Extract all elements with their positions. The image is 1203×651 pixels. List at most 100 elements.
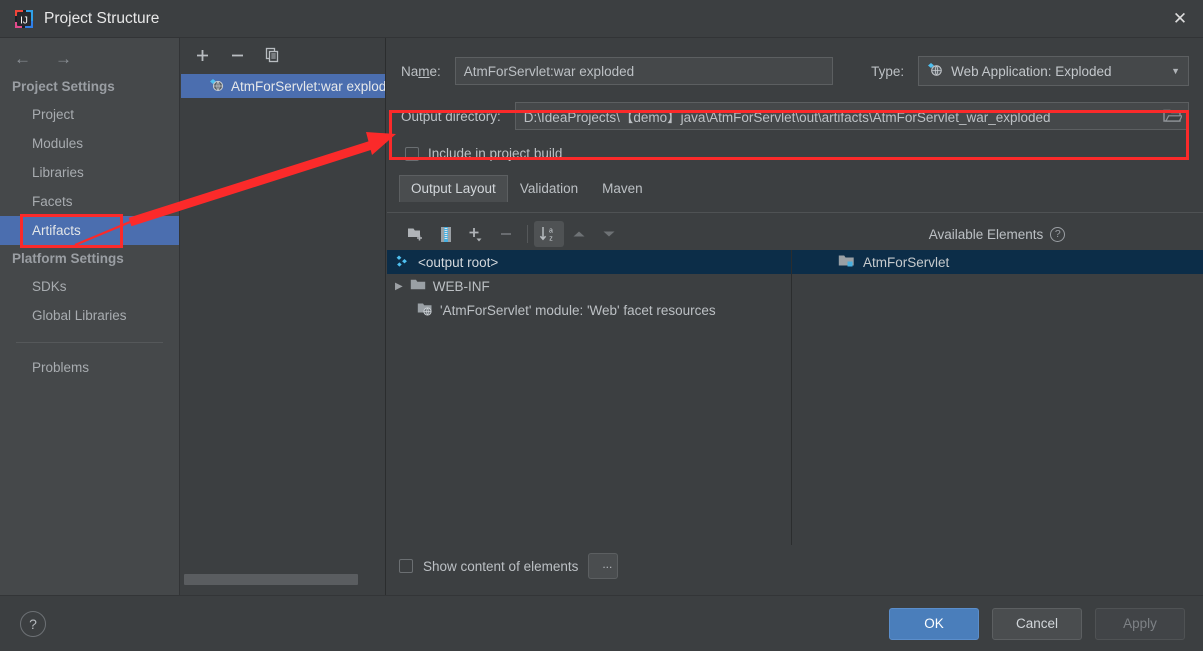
available-elements-tree: AtmForServlet [792,250,1203,545]
sidebar-item-artifacts[interactable]: Artifacts [0,216,179,245]
svg-text:a: a [549,228,553,235]
sidebar-item-label: Modules [32,136,84,151]
tab-output-layout[interactable]: Output Layout [399,175,508,202]
tab-label: Maven [602,181,643,196]
help-button[interactable]: ? [20,610,46,637]
tree-row[interactable]: 'AtmForServlet' module: 'Web' facet reso… [387,298,791,322]
footer-buttons: OK Cancel Apply [889,607,1185,640]
project-structure-dialog: IJ Project Structure ✕ ← → Project Setti… [0,0,1203,651]
back-arrow-icon[interactable]: ← [14,50,31,67]
remove-artifact-button[interactable] [230,48,245,63]
output-directory-label: Output directory: [401,108,501,124]
available-elements-header: Available Elements ? [791,218,1203,250]
editor-tabs: Output Layout Validation Maven [399,175,1203,202]
cancel-button[interactable]: Cancel [992,607,1082,640]
sidebar-item-libraries[interactable]: Libraries [0,158,179,187]
forward-arrow-icon[interactable]: → [55,50,72,67]
sort-az-button[interactable]: a z [534,221,564,247]
web-facet-icon [417,302,433,319]
folder-open-icon[interactable] [1163,107,1183,127]
tabs-underline [387,212,1203,213]
artifacts-toolbar [181,38,385,68]
dialog-footer: ? OK Cancel Apply [0,595,1203,651]
move-up-button[interactable] [564,221,594,247]
tree-row[interactable]: AtmForServlet [792,250,1203,274]
sidebar-group-project-settings: Project Settings [12,79,115,94]
sidebar-item-facets[interactable]: Facets [0,187,179,216]
name-type-row: Name: AtmForServlet:war exploded Type: W… [387,38,1203,86]
artifact-type-value: Web Application: Exploded [951,63,1112,79]
tab-label: Output Layout [411,181,496,196]
output-directory-input[interactable]: D:\IdeaProjects\【demo】java\AtmForServlet… [514,102,1189,130]
help-circle-icon[interactable]: ? [1050,226,1066,242]
show-content-checkbox[interactable] [399,559,413,573]
svg-text:z: z [549,236,553,243]
window-title: Project Structure [44,9,160,27]
web-app-exploded-icon [927,62,944,80]
artifact-root-icon [395,254,411,271]
sidebar-item-label: Problems [32,360,90,375]
copy-artifact-button[interactable] [265,47,281,63]
tab-label: Validation [519,181,579,196]
layout-panes: <output root> ▶ WEB-INF 'AtmForServlet' … [387,250,1203,545]
close-icon[interactable]: ✕ [1157,0,1203,38]
settings-sidebar: ← → Project Settings Project Modules Lib… [0,38,180,595]
more-options-button[interactable]: ... [588,553,619,579]
add-artifact-button[interactable] [195,48,210,63]
ok-button[interactable]: OK [889,607,979,640]
tab-maven[interactable]: Maven [590,175,655,202]
title-bar: IJ Project Structure ✕ [0,0,1203,38]
war-exploded-icon [209,78,225,95]
add-copy-of-button[interactable] [461,221,491,247]
module-icon [838,254,855,271]
sidebar-item-label: Project [32,107,75,122]
svg-text:IJ: IJ [20,15,28,26]
sidebar-item-label: Global Libraries [32,308,127,323]
artifacts-list-panel: AtmForServlet:war exploded [181,38,386,595]
include-in-build-row[interactable]: Include in project build [387,130,1203,161]
sidebar-group-platform-settings: Platform Settings [12,251,124,266]
move-down-button[interactable] [594,221,624,247]
list-item[interactable]: AtmForServlet:war exploded [181,74,385,98]
output-layout-tree: <output root> ▶ WEB-INF 'AtmForServlet' … [387,250,792,545]
show-content-row: Show content of elements ... [387,553,619,579]
sidebar-item-modules[interactable]: Modules [0,129,179,158]
remove-element-button[interactable] [491,221,521,247]
output-directory-row: Output directory: D:\IdeaProjects\【demo】… [387,86,1203,130]
artifact-name-input[interactable]: AtmForServlet:war exploded [454,57,834,85]
sidebar-item-global-libraries[interactable]: Global Libraries [0,301,179,330]
scrollbar-thumb[interactable] [184,574,358,585]
output-directory-value: D:\IdeaProjects\【demo】java\AtmForServlet… [523,110,1051,125]
sidebar-item-label: SDKs [32,279,67,294]
type-label: Type: [871,63,905,79]
create-archive-button[interactable] [431,221,461,247]
chevron-down-icon[interactable]: ▼ [1171,66,1180,76]
apply-button[interactable]: Apply [1095,607,1185,640]
tree-row-label: AtmForServlet [863,254,950,270]
tree-row-label: <output root> [418,254,499,270]
artifact-name-label: AtmForServlet:war exploded [231,78,385,94]
artifacts-horizontal-scrollbar[interactable] [182,574,385,585]
sidebar-item-label: Libraries [32,165,84,180]
sidebar-item-problems[interactable]: Problems [0,353,179,382]
sidebar-item-label: Facets [32,194,73,209]
tree-row[interactable]: <output root> [387,250,791,274]
sidebar-item-label: Artifacts [32,223,81,238]
tab-validation[interactable]: Validation [508,175,590,202]
sidebar-divider [16,342,163,343]
toolbar-divider [527,225,528,243]
sidebar-item-project[interactable]: Project [0,100,179,129]
expand-triangle-icon[interactable]: ▶ [395,281,403,292]
folder-icon [410,278,426,294]
artifact-type-dropdown[interactable]: Web Application: Exploded ▼ [918,56,1189,86]
artifact-name-value: AtmForServlet:war exploded [463,63,635,79]
name-label: Name: [401,63,441,79]
output-layout-toolbar: a z Available Elements ? [387,218,1203,250]
include-in-build-checkbox[interactable] [405,146,419,161]
tree-row[interactable]: ▶ WEB-INF [387,274,791,298]
create-directory-button[interactable] [401,221,431,247]
sidebar-navigation: ← → [0,38,179,73]
sidebar-item-sdks[interactable]: SDKs [0,272,179,301]
include-in-build-label: Include in project build [428,146,563,161]
intellij-idea-icon: IJ [14,9,34,29]
